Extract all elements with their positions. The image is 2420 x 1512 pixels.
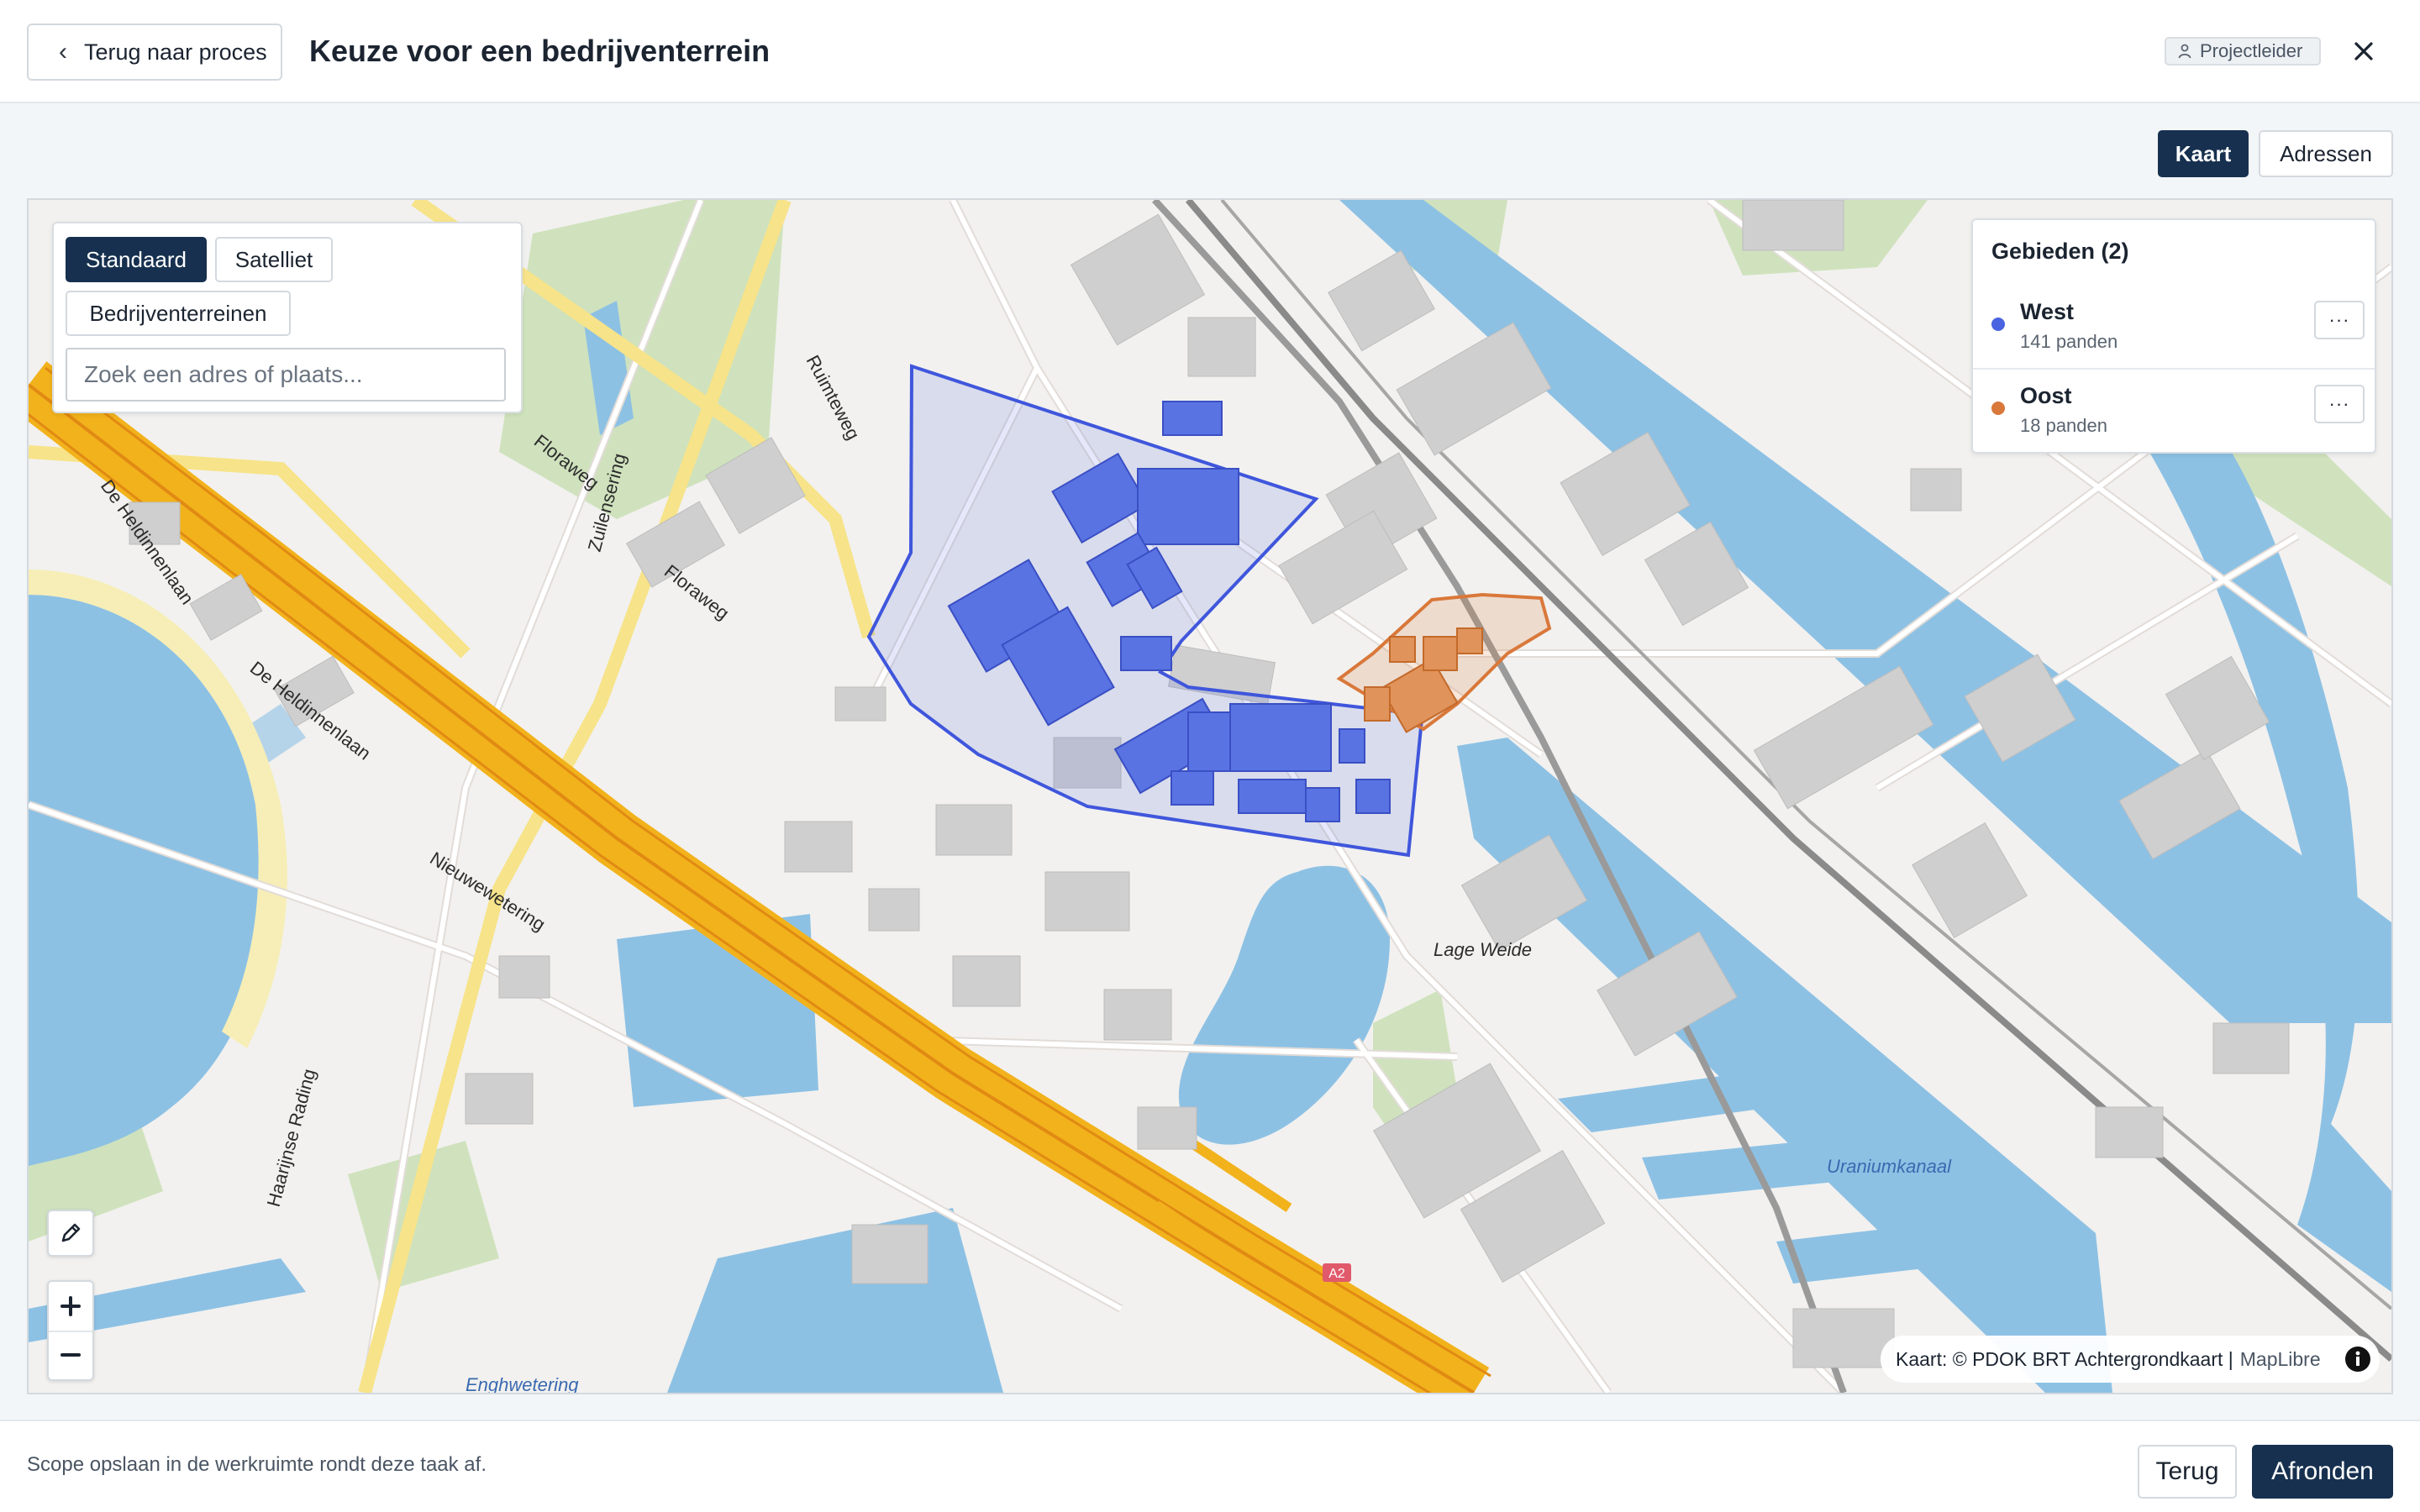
user-icon [2178,44,2191,59]
area-name: Oost [2020,383,2072,408]
minus-icon [60,1353,81,1357]
draw-tool-button[interactable] [49,1211,92,1255]
zoom-in-button[interactable] [49,1282,92,1332]
zoom-out-button[interactable] [49,1331,92,1379]
maplibre-link[interactable]: MapLibre [2240,1348,2321,1371]
layer-standard-button[interactable]: Standaard [66,237,207,282]
area-color-dot [1991,402,2005,415]
areas-panel: Gebieden (2) West 141 panden ··· Oost 18… [1971,218,2376,454]
addresses-view-button[interactable]: Adressen [2259,130,2393,177]
areas-title: Gebieden (2) [1991,239,2129,264]
area-name: West [2020,299,2075,324]
finish-button[interactable]: Afronden [2252,1445,2393,1499]
area-color-dot [1991,318,2005,331]
draw-control[interactable] [47,1210,94,1257]
footer-note: Scope opslaan in de werkruimte rondt dez… [27,1453,487,1476]
layer-panel: Standaard Satelliet Bedrijventerreinen [52,222,523,413]
back-button[interactable]: Terug [2138,1445,2237,1499]
label-enghwetering: Enghwetering [466,1374,579,1393]
plus-icon [60,1296,81,1316]
role-badge: Projectleider [2165,37,2321,66]
back-to-process-label: Terug naar proces [84,39,267,65]
area-count: 141 panden [2020,331,2118,352]
header-bar: ‹ Terug naar proces Keuze voor een bedri… [0,0,2420,103]
a2-label: A2 [1328,1267,1345,1281]
map-attribution: Kaart: © PDOK BRT Achtergrondkaart | Map… [1881,1336,2380,1383]
role-label: Projectleider [2200,40,2303,61]
pencil-icon [61,1223,81,1242]
back-to-process-button[interactable]: ‹ Terug naar proces [27,24,282,81]
area-item-west[interactable]: West 141 panden ··· [1973,292,2375,370]
label-uraniumkanaal: Uraniumkanaal [1827,1156,1952,1177]
area-more-button[interactable]: ··· [2314,385,2365,423]
page-title: Keuze voor een bedrijventerrein [309,34,771,68]
area-more-button[interactable]: ··· [2314,301,2365,339]
layer-satellite-button[interactable]: Satelliet [215,237,333,282]
footer-bar: Scope opslaan in de werkruimte rondt dez… [0,1420,2420,1512]
area-item-oost[interactable]: Oost 18 panden ··· [1973,376,2375,452]
chevron-left-icon: ‹ [59,38,67,66]
address-search-input[interactable] [66,348,506,402]
area-count: 18 panden [2020,415,2107,436]
zoom-control [47,1280,94,1381]
attribution-text: Kaart: © PDOK BRT Achtergrondkaart | [1896,1347,2233,1370]
map-canvas[interactable]: A2 Ruimteweg Zuilensering Floraweg Flora… [27,198,2393,1394]
info-icon[interactable] [2344,1346,2371,1373]
layer-industrial-button[interactable]: Bedrijventerreinen [66,291,291,336]
label-lage-weide: Lage Weide [1434,939,1532,960]
map-view-button[interactable]: Kaart [2158,130,2249,177]
close-icon[interactable] [2344,32,2383,71]
